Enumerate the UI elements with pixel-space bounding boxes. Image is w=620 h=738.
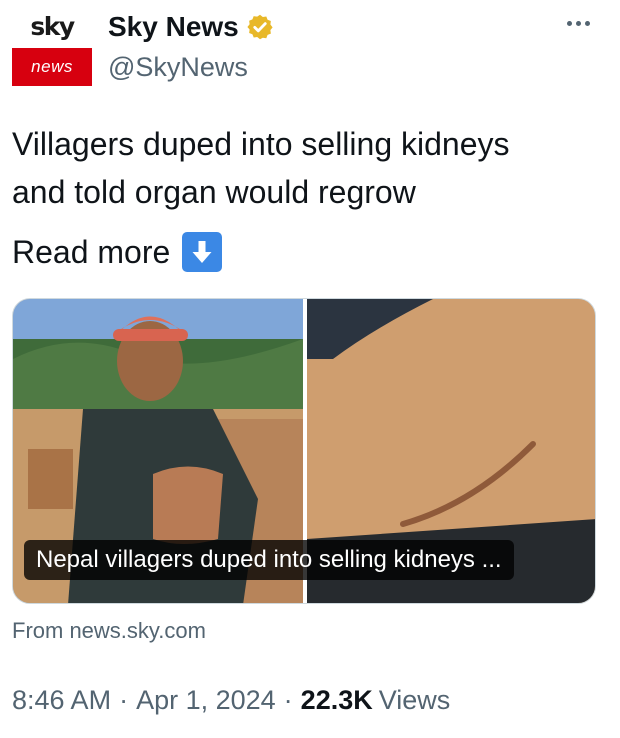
more-dot <box>575 20 581 26</box>
logo-news-text: news <box>31 57 73 76</box>
card-caption[interactable]: Nepal villagers duped into selling kidne… <box>24 540 514 580</box>
more-dot <box>566 20 572 26</box>
more-dot <box>584 20 590 26</box>
logo-top: sky <box>12 6 92 46</box>
meta-separator: · <box>119 684 129 715</box>
tweet-text-line: Villagers duped into selling kidneys <box>12 126 510 162</box>
more-options-icon[interactable] <box>558 8 598 38</box>
tweet-text-line: and told organ would regrow <box>12 174 416 210</box>
read-more-text: Read more <box>12 233 171 270</box>
tweet-time[interactable]: 8:46 AM <box>12 685 111 716</box>
tweet-text: Villagers duped into selling kidneys and… <box>12 120 602 216</box>
meta-separator: · <box>283 684 293 715</box>
logo-red-bar: news <box>12 48 92 86</box>
views-label: Views <box>378 684 451 715</box>
logo-sky-text: sky <box>30 11 75 41</box>
down-arrow-emoji-icon <box>182 232 223 272</box>
display-name-row: Sky News <box>108 10 274 44</box>
man-cap-brim <box>113 329 188 341</box>
views-count: 22.3K <box>300 684 373 715</box>
card-source-link[interactable]: From news.sky.com <box>12 618 206 644</box>
man-torso <box>153 466 223 544</box>
tweet-date[interactable]: Apr 1, 2024 <box>136 685 276 716</box>
display-name[interactable]: Sky News <box>108 11 239 43</box>
down-arrow-glyph-icon <box>192 241 212 263</box>
verified-badge-icon <box>247 14 273 40</box>
read-more-line: Read more <box>12 228 223 276</box>
avatar-logo[interactable]: sky news <box>12 6 92 86</box>
left-photo-brick-stack <box>28 449 73 509</box>
tweet-meta: 8:46 AM · Apr 1, 2024 · 22.3K Views <box>12 682 450 718</box>
user-handle[interactable]: @SkyNews <box>108 52 248 83</box>
